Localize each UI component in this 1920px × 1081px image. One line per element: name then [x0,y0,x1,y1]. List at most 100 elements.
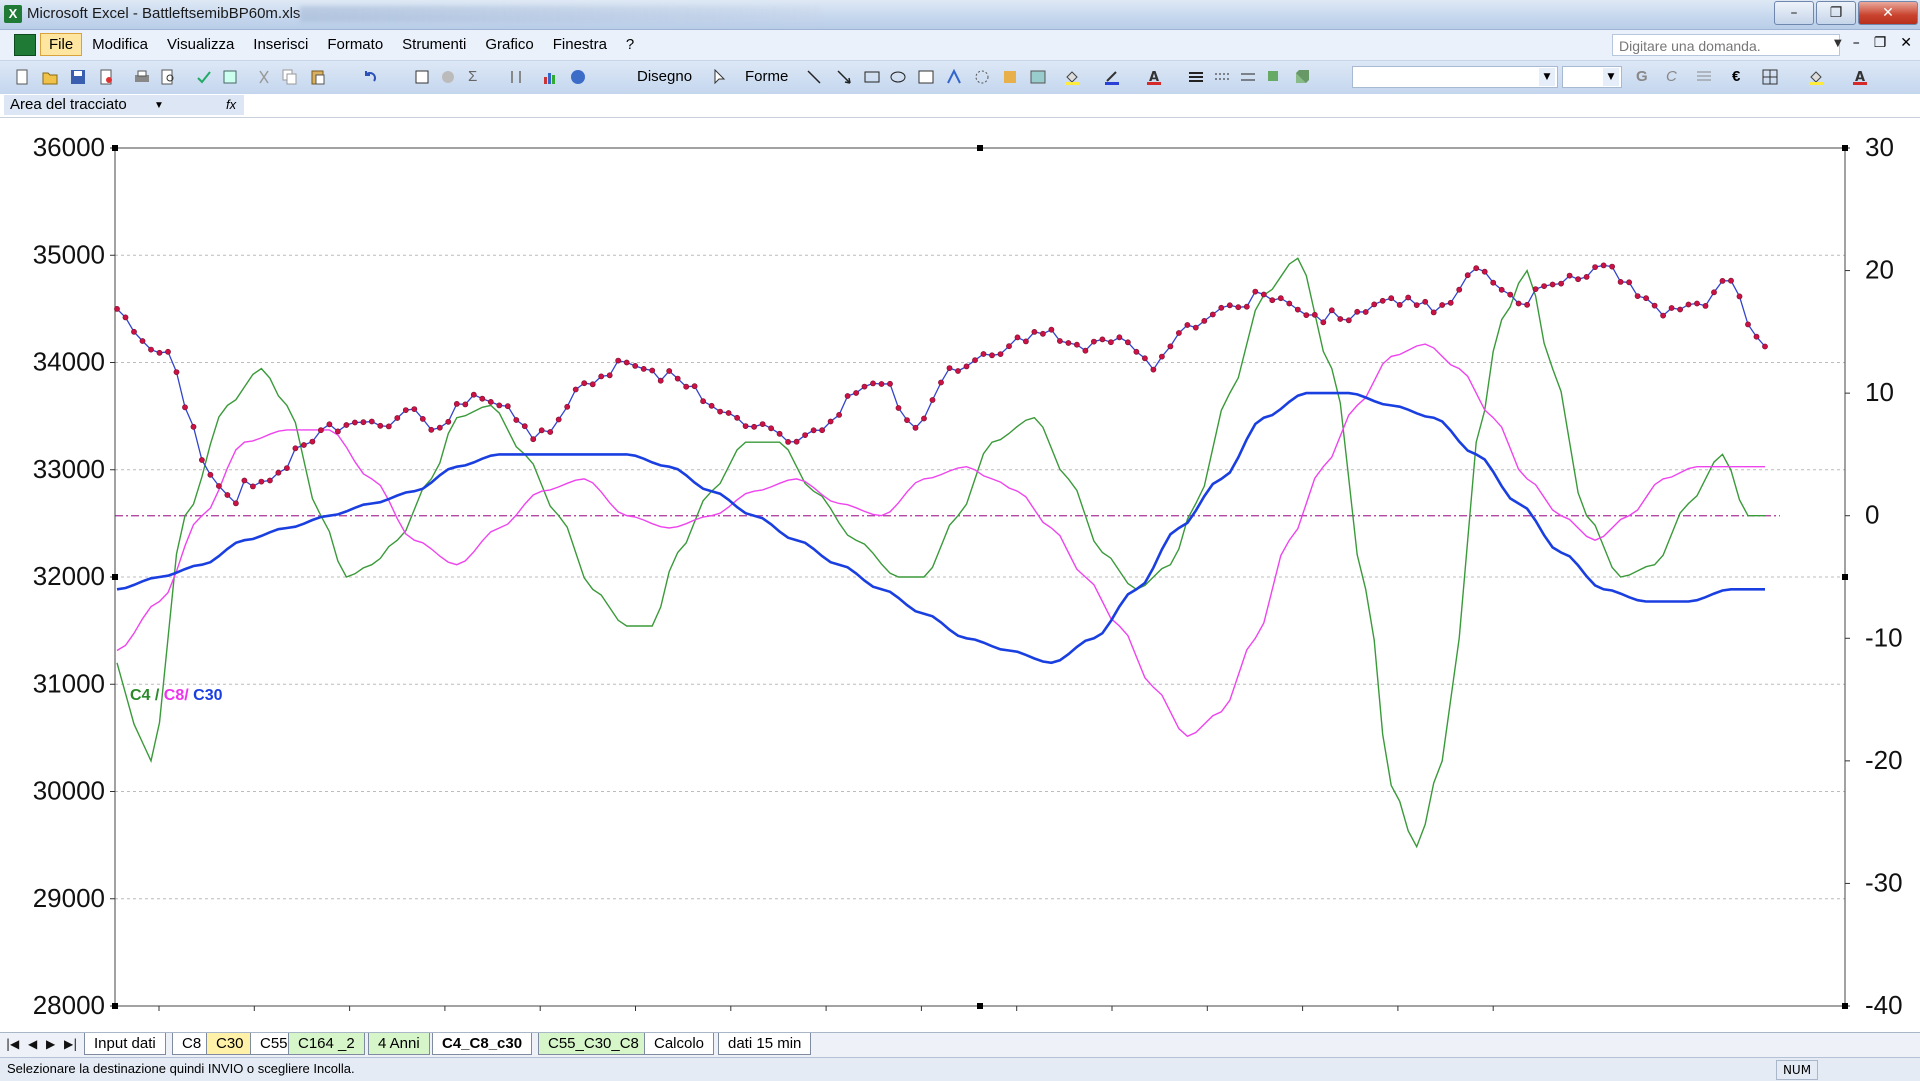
menu-inserisci[interactable]: Inserisci [244,33,317,56]
line-color-icon[interactable] [1104,69,1120,85]
font-color-2-icon[interactable]: A [1852,69,1868,85]
help-icon[interactable] [570,69,586,85]
menu-grafico[interactable]: Grafico [476,33,542,56]
menu-strumenti[interactable]: Strumenti [393,33,475,56]
restore-button[interactable]: ❐ [1816,1,1856,25]
prev-sheet-icon[interactable]: ◀ [28,1037,37,1051]
open-folder-icon[interactable] [42,69,58,85]
legend-c8: C8/ [164,687,189,704]
align-icon[interactable] [1696,69,1712,85]
euro-icon[interactable]: € [1732,68,1740,85]
ask-dropdown-arrow-icon[interactable]: ▼ [1834,38,1842,49]
permission-icon[interactable] [98,69,114,85]
borders-icon[interactable] [1762,69,1778,85]
autosum-icon[interactable]: Σ [468,68,477,85]
price-point [1277,295,1284,302]
doc-close-icon[interactable]: ✕ [1900,35,1912,51]
cut-icon[interactable] [256,69,272,85]
price-point [1252,288,1259,295]
minimize-button[interactable]: – [1774,1,1814,25]
legend-c4: C4 [130,687,151,704]
menu-file[interactable]: File [40,33,83,56]
line-style-icon[interactable] [1188,69,1204,85]
bold-icon[interactable]: G [1636,68,1648,85]
price-point [1719,277,1726,284]
menu-modifica[interactable]: Modifica [83,33,157,56]
price-point [1371,301,1378,308]
price-point [300,442,307,448]
sheet-tab[interactable]: 4 Anni [368,1033,430,1055]
sheet-tab[interactable]: C30 [206,1033,254,1055]
disegno-menu[interactable]: Disegno [637,68,692,85]
price-point [759,421,766,427]
last-sheet-icon[interactable]: ▶| [64,1037,77,1051]
sheet-tab[interactable]: C164 _2 [288,1033,365,1055]
fill-color-2-icon[interactable] [1808,69,1824,85]
excel-app-icon[interactable]: X [4,5,22,23]
menu-finestra[interactable]: Finestra [544,33,616,56]
oval-tool-icon[interactable] [890,69,906,85]
hyperlink-icon[interactable] [440,69,456,85]
wordart-icon[interactable] [946,69,962,85]
price-point [785,438,791,445]
price-point [887,380,893,387]
name-box-dropdown-icon[interactable]: ▼ [154,96,164,116]
font-size-combo[interactable]: ▼ [1562,66,1622,88]
line-tool-icon[interactable] [806,69,822,85]
menu-formato[interactable]: Formato [318,33,392,56]
print-preview-icon[interactable] [160,69,176,85]
italic-icon[interactable]: C [1666,68,1677,85]
chart-legend[interactable]: C4 / C8/ C30 [130,687,223,704]
paste-icon[interactable] [310,69,326,85]
ask-question-input[interactable]: Digitare una domanda. [1612,34,1840,56]
forme-menu[interactable]: Forme [745,68,788,85]
price-point [275,469,282,476]
workbook-icon[interactable] [14,34,36,56]
price-point [1609,263,1615,270]
first-sheet-icon[interactable]: |◀ [6,1037,19,1051]
chart-wizard-icon[interactable] [542,69,558,85]
new-document-icon[interactable] [14,69,30,85]
save-icon[interactable] [70,69,86,85]
font-size-dropdown-icon[interactable]: ▼ [1603,68,1619,86]
spelling-icon[interactable] [196,69,212,85]
price-point [1014,334,1021,341]
picture-icon[interactable] [1030,69,1046,85]
sheet-tab[interactable]: C4_C8_c30 [432,1033,533,1055]
chart-area[interactable]: 36000 35000 34000 33000 32000 31000 30000 29000… [0,118,1920,1042]
menu-visualizza[interactable]: Visualizza [158,33,243,56]
font-name-combo[interactable]: ▼ [1352,66,1558,88]
paste-special-icon[interactable] [414,69,430,85]
sheet-tab[interactable]: Calcolo [644,1033,715,1055]
close-button[interactable]: ✕ [1858,1,1918,25]
font-name-dropdown-icon[interactable]: ▼ [1539,68,1555,86]
rectangle-tool-icon[interactable] [864,69,880,85]
copy-icon[interactable] [282,69,298,85]
fx-icon[interactable]: fx [226,95,236,115]
price-point [1074,341,1080,348]
research-icon[interactable] [222,69,238,85]
menu-help[interactable]: ? [617,33,643,56]
next-sheet-icon[interactable]: ▶ [46,1037,55,1051]
clipart-icon[interactable] [1002,69,1018,85]
diagram-icon[interactable] [974,69,990,85]
print-icon[interactable] [134,69,150,85]
dash-style-icon[interactable] [1214,69,1230,85]
select-objects-icon[interactable] [712,69,728,85]
undo-icon[interactable] [362,69,378,85]
shadow-icon[interactable] [1266,69,1282,85]
sort-icon[interactable] [508,69,524,85]
sheet-tab[interactable]: Input dati [84,1033,166,1055]
doc-restore-icon[interactable]: ❐ [1874,35,1887,51]
chart-svg[interactable]: 36000 35000 34000 33000 32000 31000 30000 29000… [0,118,1920,1032]
3d-icon[interactable] [1294,69,1310,85]
arrow-tool-icon[interactable] [836,69,852,85]
sheet-tab[interactable]: C55_C30_C8 [538,1033,649,1055]
arrow-style-icon[interactable] [1240,69,1256,85]
name-box[interactable]: Area del tracciato ▼ fx [4,95,244,115]
fill-color-icon[interactable] [1064,69,1080,85]
doc-minimize-icon[interactable]: – [1853,35,1860,51]
sheet-tab[interactable]: dati 15 min [718,1033,812,1055]
textbox-tool-icon[interactable] [918,69,934,85]
font-color-icon[interactable]: A [1146,69,1162,85]
